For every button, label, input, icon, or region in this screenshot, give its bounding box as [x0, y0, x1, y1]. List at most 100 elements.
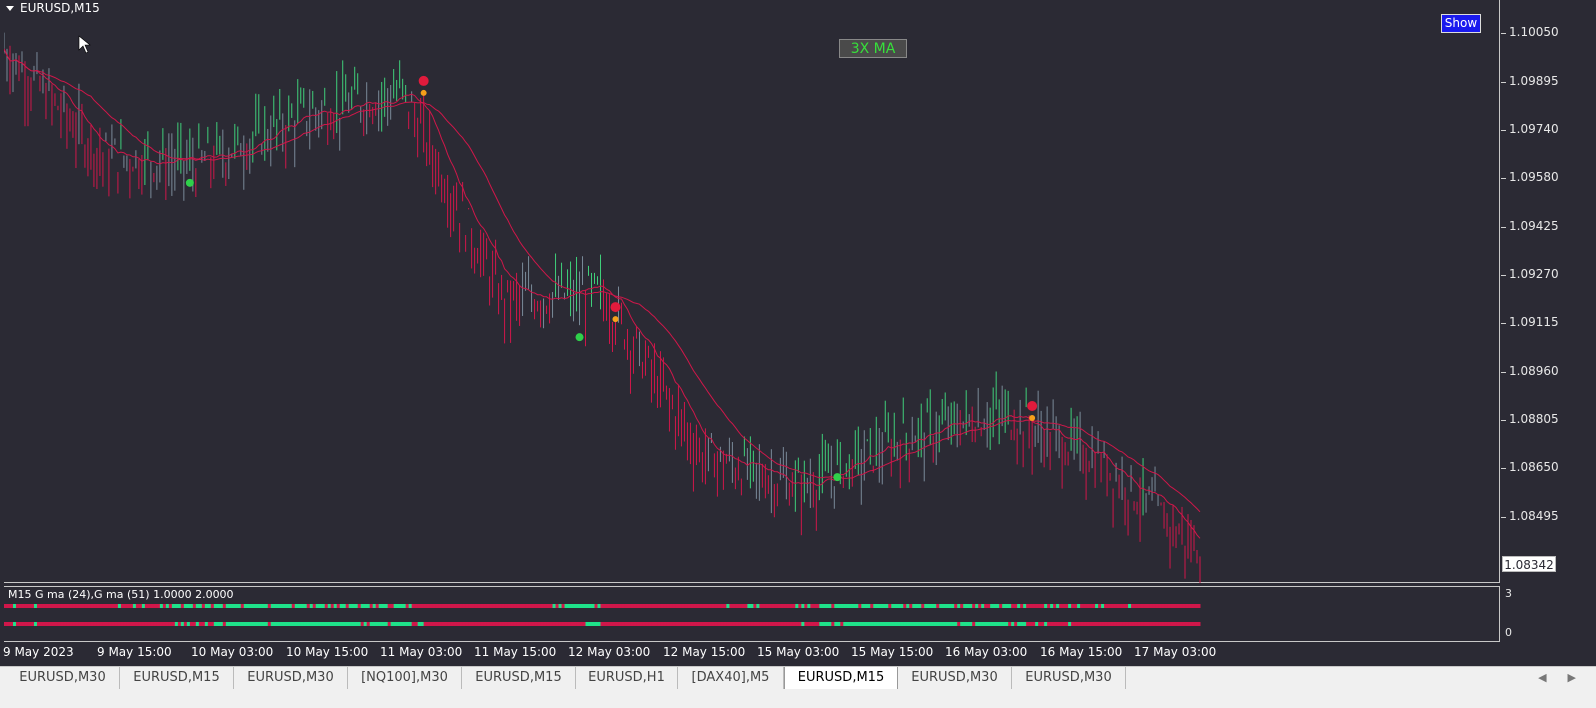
tab-eurusd-m15[interactable]: EURUSD,M15 — [462, 667, 576, 689]
fast-ma-strip-segment — [276, 604, 281, 608]
scroll-right-icon[interactable]: ▶ — [1568, 671, 1576, 684]
fast-ma-strip-segment — [126, 604, 131, 608]
slow-ma-strip-segment — [81, 622, 86, 626]
slow-ma-strip-segment — [990, 622, 994, 626]
slow-ma-strip-segment — [291, 622, 296, 626]
slow-ma-strip-segment — [249, 622, 254, 626]
fast-ma-strip-segment — [1095, 604, 1099, 608]
collapse-triangle-icon[interactable] — [6, 6, 14, 11]
tab-eurusd-m30[interactable]: EURUSD,M30 — [234, 667, 348, 689]
alert-dot-icon — [612, 316, 619, 323]
slow-ma-strip-segment — [861, 622, 865, 626]
slow-ma-strip-segment — [684, 622, 688, 626]
tab-eurusd-m15[interactable]: EURUSD,M15 — [120, 667, 234, 689]
sell-signal-icon — [1027, 400, 1038, 411]
fast-ma-strip-segment — [987, 604, 991, 608]
slow-ma-strip-segment — [1071, 622, 1075, 626]
fast-ma-strip-segment — [27, 604, 32, 608]
tab-eurusd-m30[interactable]: EURUSD,M30 — [1012, 667, 1126, 689]
tab-eurusd-m30[interactable]: EURUSD,M30 — [898, 667, 1012, 689]
price-tick — [1501, 130, 1506, 131]
fast-ma-strip-segment — [690, 604, 694, 608]
fast-ma-strip-segment — [405, 604, 410, 608]
show-button[interactable]: Show — [1441, 14, 1481, 33]
fast-ma-strip-segment — [555, 604, 560, 608]
buy-signal-icon — [185, 178, 194, 187]
slow-ma-strip-segment — [594, 622, 599, 626]
time-axis[interactable]: 9 May 2023 9 May 15:00 10 May 03:00 10 M… — [0, 643, 1596, 663]
slow-ma-strip-segment — [45, 622, 50, 626]
fast-ma-strip-segment — [1179, 604, 1183, 608]
slow-ma-strip-segment — [1053, 622, 1057, 626]
fast-ma-strip-segment — [801, 604, 805, 608]
fast-ma-strip-segment — [144, 604, 149, 608]
fast-ma-strip-segment — [750, 604, 754, 608]
slow-ma-strip-segment — [756, 622, 760, 626]
tab-dax40-m5[interactable]: [DAX40],M5 — [678, 667, 784, 689]
slow-ma-strip-segment — [969, 622, 973, 626]
fast-ma-strip-segment — [9, 604, 14, 608]
fast-ma-strip-segment — [618, 604, 622, 608]
slow-ma-strip-segment — [786, 622, 790, 626]
slow-ma-strip-segment — [516, 622, 521, 626]
slow-ma-strip-segment — [552, 622, 557, 626]
scroll-left-icon[interactable]: ◀ — [1538, 671, 1546, 684]
chart-title[interactable]: EURUSD,M15 — [6, 1, 100, 15]
slow-ma-strip-segment — [108, 622, 113, 626]
fast-ma-strip-segment — [876, 604, 880, 608]
slow-ma-strip-segment — [441, 622, 446, 626]
slow-ma-strip-segment — [480, 622, 485, 626]
tab-eurusd-m30[interactable]: EURUSD,M30 — [6, 667, 120, 689]
fast-ma-strip-segment — [414, 604, 419, 608]
slow-ma-strip-segment — [9, 622, 14, 626]
fast-ma-strip-segment — [906, 604, 910, 608]
slow-ma-strip-segment — [1176, 622, 1180, 626]
slow-ma-strip-segment — [816, 622, 820, 626]
fast-ma-strip-segment — [303, 604, 308, 608]
slow-ma-strip-segment — [1065, 622, 1069, 626]
slow-ma-strip-segment — [438, 622, 443, 626]
fast-ma-strip-segment — [1008, 604, 1012, 608]
slow-ma-strip-segment — [279, 622, 284, 626]
fast-ma-strip-segment — [1101, 604, 1105, 608]
fast-ma-strip-segment — [675, 604, 679, 608]
fast-ma-strip-segment — [996, 604, 1000, 608]
price-chart[interactable] — [4, 0, 1500, 583]
price-tick — [1501, 372, 1506, 373]
tab-eurusd-m15-active[interactable]: EURUSD,M15 — [784, 667, 898, 689]
slow-ma-strip-segment — [1140, 622, 1144, 626]
slow-ma-strip-segment — [408, 622, 413, 626]
fast-ma-strip-segment — [1074, 604, 1078, 608]
slow-ma-strip-segment — [996, 622, 1000, 626]
slow-ma-strip-segment — [384, 622, 389, 626]
tab-eurusd-h1[interactable]: EURUSD,H1 — [576, 667, 678, 689]
slow-ma-strip-segment — [717, 622, 721, 626]
slow-ma-strip-segment — [540, 622, 545, 626]
fast-ma-strip-segment — [573, 604, 578, 608]
slow-ma-strip-segment — [804, 622, 808, 626]
slow-ma-strip-segment — [1014, 622, 1018, 626]
tab-nq100-m30[interactable]: [NQ100],M30 — [348, 667, 462, 689]
fast-ma-strip-segment — [849, 604, 853, 608]
fast-ma-strip-segment — [678, 604, 682, 608]
slow-ma-strip-segment — [324, 622, 329, 626]
fast-ma-strip-segment — [621, 604, 625, 608]
fast-ma-strip-segment — [795, 604, 799, 608]
fast-ma-strip-segment — [1152, 604, 1156, 608]
fast-ma-strip-segment — [912, 604, 916, 608]
fast-ma-strip-segment — [360, 604, 365, 608]
fast-ma-strip-segment — [585, 604, 590, 608]
tab-scroll-arrows[interactable]: ◀ ▶ — [1538, 667, 1576, 689]
fast-ma-strip-segment — [264, 604, 269, 608]
slow-ma-strip-segment — [231, 622, 236, 626]
fast-ma-strip-segment — [372, 604, 377, 608]
fast-ma-strip-segment — [459, 604, 464, 608]
slow-ma-strip-segment — [999, 622, 1003, 626]
price-chart-canvas[interactable] — [4, 0, 1500, 583]
fast-ma-strip-segment — [606, 604, 610, 608]
ma-indicator-label: 3X MA — [839, 39, 907, 58]
fast-ma-strip-segment — [1050, 604, 1054, 608]
slow-ma-strip-segment — [390, 622, 395, 626]
slow-ma-strip-segment — [741, 622, 745, 626]
slow-ma-strip-segment — [603, 622, 607, 626]
